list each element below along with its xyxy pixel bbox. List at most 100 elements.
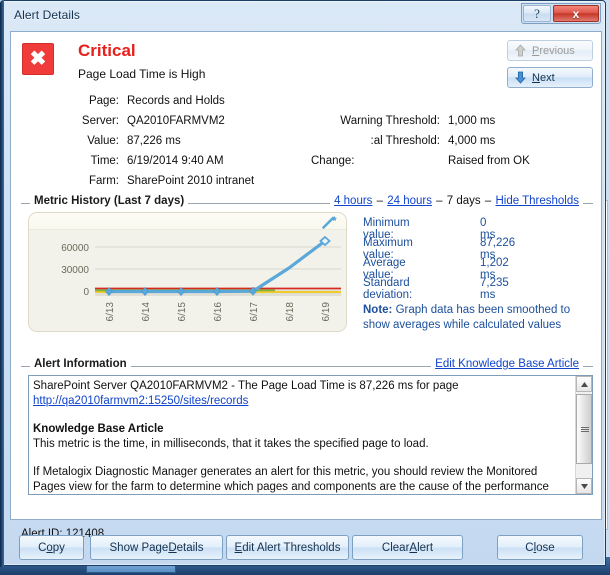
alert-information-textbox[interactable]: SharePoint Server QA2010FARMVM2 - The Pa… bbox=[28, 375, 593, 495]
stat-label-stddev: Standard deviation: bbox=[363, 277, 413, 301]
range-link-24-hours[interactable]: 24 hours bbox=[387, 195, 432, 207]
text-spacer-2 bbox=[33, 452, 572, 465]
copy-label-b: py bbox=[52, 541, 65, 554]
detail-value-change: Raised from OK bbox=[448, 155, 530, 167]
previous-rest: revious bbox=[539, 44, 575, 57]
close-window-button[interactable]: x bbox=[553, 5, 599, 22]
alert-information-title: Alert Information bbox=[30, 358, 131, 370]
window-title: Alert Details bbox=[14, 8, 80, 22]
window-titlebar[interactable]: Alert Details ? x bbox=[5, 2, 604, 28]
detail-label-critical-threshold: :al Threshold: bbox=[370, 135, 440, 147]
svg-text:6/17: 6/17 bbox=[249, 302, 260, 322]
close-label-b: ose bbox=[536, 541, 555, 554]
eat-label-b: dit Alert Thresholds bbox=[242, 541, 341, 554]
eat-accel: E bbox=[234, 541, 243, 554]
alert-subject-label: Page Load Time is High bbox=[78, 67, 206, 81]
detail-label-time: Time: bbox=[90, 155, 119, 167]
metric-history-chart[interactable]: ms 60000 30000 0 bbox=[28, 212, 347, 332]
ca-accel: A bbox=[409, 541, 418, 554]
edit-alert-thresholds-button[interactable]: Edit Alert Thresholds bbox=[226, 535, 349, 560]
edit-knowledge-base-article-link[interactable]: Edit Knowledge Base Article bbox=[435, 358, 579, 370]
metric-history-links: 4 hours – 24 hours – 7 days – Hide Thres… bbox=[330, 195, 583, 207]
svg-text:6/19: 6/19 bbox=[321, 302, 332, 322]
detail-value-farm: SharePoint 2010 intranet bbox=[127, 175, 255, 187]
alert-page-url-link[interactable]: http://qa2010farmvm2:15250/sites/records bbox=[33, 395, 248, 407]
alert-info-links: Edit Knowledge Base Article bbox=[431, 358, 583, 370]
alert-information-group: Alert Information Edit Knowledge Base Ar… bbox=[21, 358, 593, 498]
link-separator-1: – bbox=[373, 195, 387, 207]
alert-info-scrollbar[interactable] bbox=[575, 376, 592, 494]
svg-text:6/14: 6/14 bbox=[141, 302, 152, 322]
kb-article-heading: Knowledge Base Article bbox=[33, 423, 164, 435]
spd-accel: D bbox=[168, 541, 177, 554]
error-x-icon: ✖ bbox=[22, 43, 54, 75]
svg-text:6/15: 6/15 bbox=[177, 302, 188, 322]
close-button[interactable]: Cl ose bbox=[497, 535, 583, 560]
close-label-a: C bbox=[525, 541, 534, 554]
svg-text:6/13: 6/13 bbox=[105, 302, 116, 322]
next-accel: N bbox=[532, 71, 540, 84]
svg-text:0: 0 bbox=[83, 287, 89, 298]
alert-detail-grid: Page: Records and Holds Server: QA2010FA… bbox=[11, 94, 601, 187]
detail-label-warning-threshold: Warning Threshold: bbox=[340, 115, 440, 127]
previous-alert-button[interactable]: Previous bbox=[507, 40, 593, 61]
detail-value-time: 6/19/2014 9:40 AM bbox=[127, 155, 224, 167]
text-spacer-1 bbox=[33, 409, 572, 422]
link-separator-2: – bbox=[432, 195, 446, 207]
metric-history-group: Metric History (Last 7 days) 4 hours – 2… bbox=[21, 195, 593, 347]
detail-label-page: Page: bbox=[88, 95, 119, 107]
show-page-details-button[interactable]: Show Page Details bbox=[90, 535, 223, 560]
svg-text:6/16: 6/16 bbox=[213, 302, 224, 322]
scroll-up-icon[interactable] bbox=[576, 376, 592, 392]
scroll-down-icon[interactable] bbox=[576, 478, 592, 494]
copy-label-a: C bbox=[38, 541, 47, 554]
copy-button[interactable]: Co py bbox=[19, 535, 84, 560]
next-alert-label: Next bbox=[532, 72, 555, 84]
chart-note-prefix: Note: bbox=[363, 304, 393, 316]
window-controls: ? x bbox=[521, 3, 601, 24]
dialog-footer: Co py Show Page Details Edit Alert Thresh… bbox=[1, 519, 607, 565]
dialog-client-area: ✖ Critical Page Load Time is High Previo… bbox=[10, 31, 602, 540]
kb-article-paragraph-1: This metric is the time, in milliseconds… bbox=[33, 438, 429, 450]
chart-note-text: Graph data has been smoothed to show ave… bbox=[363, 304, 571, 331]
alert-header: ✖ Critical Page Load Time is High Previo… bbox=[11, 32, 601, 94]
spd-label-b: etails bbox=[176, 541, 204, 554]
link-separator-3: – bbox=[481, 195, 495, 207]
next-rest: ext bbox=[539, 71, 555, 84]
chart-toolbar bbox=[29, 213, 346, 230]
ca-label-a: Clear bbox=[381, 541, 410, 554]
help-button[interactable]: ? bbox=[523, 5, 551, 22]
arrow-up-icon bbox=[514, 44, 527, 57]
svg-text:60000: 60000 bbox=[61, 243, 89, 254]
alert-information-text: SharePoint Server QA2010FARMVM2 - The Pa… bbox=[33, 379, 572, 494]
svg-text:30000: 30000 bbox=[61, 265, 89, 276]
stat-value-stddev: 7,235 ms bbox=[480, 277, 509, 301]
range-link-4-hours[interactable]: 4 hours bbox=[334, 195, 372, 207]
detail-value-server: QA2010FARMVM2 bbox=[127, 115, 225, 127]
next-alert-button[interactable]: Next bbox=[507, 67, 593, 88]
detail-label-change: Change: bbox=[311, 155, 355, 167]
scrollbar-thumb[interactable] bbox=[576, 394, 592, 464]
alert-details-window: Alert Details ? x ✖ Critical Page Load T… bbox=[0, 0, 607, 567]
alert-summary-line: SharePoint Server QA2010FARMVM2 - The Pa… bbox=[33, 380, 459, 392]
hide-thresholds-link[interactable]: Hide Thresholds bbox=[495, 195, 579, 207]
detail-value-critical-threshold: 4,000 ms bbox=[448, 135, 496, 147]
scrollbar-grip-icon bbox=[581, 427, 589, 433]
svg-text:6/18: 6/18 bbox=[285, 302, 296, 322]
previous-alert-label: Previous bbox=[532, 45, 575, 57]
chart-plot: 60000 30000 0 6/13 6/14 6/15 6/16 6/17 6… bbox=[29, 230, 346, 331]
detail-label-server: Server: bbox=[81, 115, 119, 127]
spd-label-a: Show Page bbox=[109, 541, 169, 554]
detail-label-farm: Farm: bbox=[88, 175, 119, 187]
detail-value-value: 87,226 ms bbox=[127, 135, 181, 147]
chart-note: Note: Graph data has been smoothed to sh… bbox=[363, 303, 575, 333]
range-link-7-days[interactable]: 7 days bbox=[447, 195, 481, 207]
detail-label-value: Value: bbox=[87, 135, 119, 147]
clear-alert-button[interactable]: Clear Alert bbox=[352, 535, 463, 560]
kb-article-paragraph-2: If Metalogix Diagnostic Manager generate… bbox=[33, 466, 549, 493]
arrow-down-icon bbox=[514, 71, 527, 84]
alert-severity-label: Critical bbox=[78, 41, 136, 60]
ca-label-b: lert bbox=[417, 541, 434, 554]
detail-value-warning-threshold: 1,000 ms bbox=[448, 115, 496, 127]
metric-history-title: Metric History (Last 7 days) bbox=[30, 195, 189, 207]
